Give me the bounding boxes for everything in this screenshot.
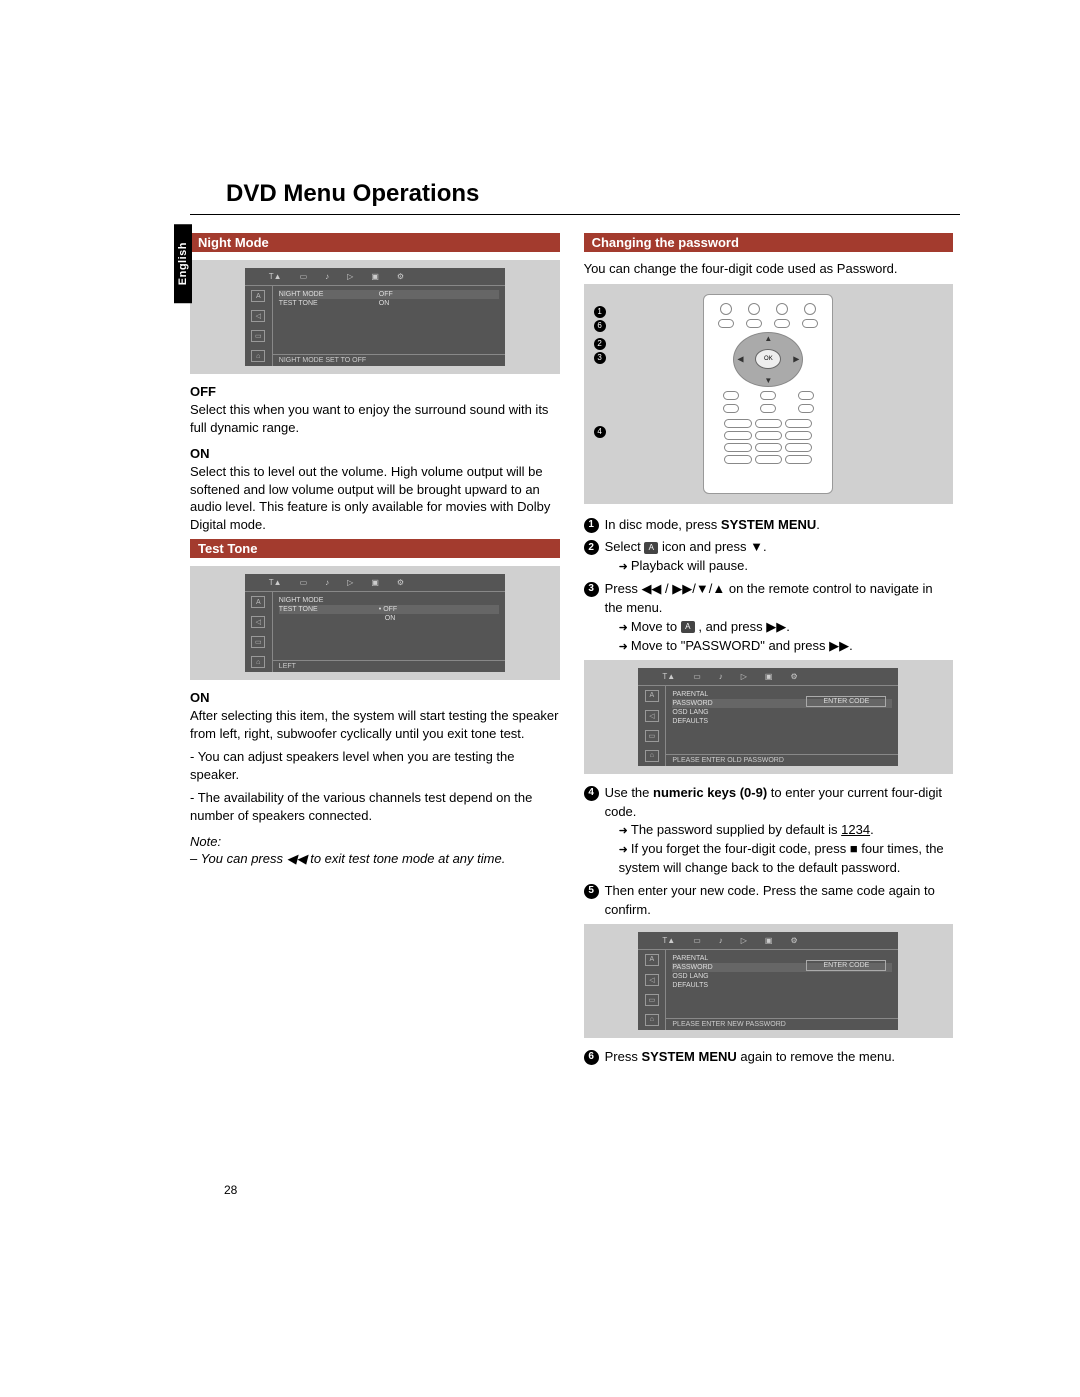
remote-numpad [712, 419, 824, 464]
osd-night-mode: T▲▭♪▷▣⚙ A ◁ ▭ ⌂ NIGHT MODE OFF TEST TONE O… [190, 260, 560, 374]
enter-code-box: ENTER CODE [806, 696, 886, 707]
osd-row-label: TEST TONE [279, 606, 349, 613]
note: Note: – You can press ◀◀ to exit test to… [190, 833, 560, 868]
osd-row-label: NIGHT MODE [279, 597, 349, 604]
osd-row-value: ON [379, 300, 390, 307]
osd-row-label: TEST TONE [279, 300, 349, 307]
osd-row-value: ON [385, 615, 396, 622]
on2-heading: ON [190, 690, 560, 705]
callout-1: 1 [594, 306, 606, 318]
osd-sidebar: A ◁ ▭ ⌂ [245, 592, 273, 672]
step-5: 5 [584, 884, 599, 899]
step-6: 6 [584, 1050, 599, 1065]
osd-top-icons: T▲▭♪▷▣⚙ [245, 574, 505, 592]
step-1: 1 [584, 518, 599, 533]
remote-figure: 1 6 2 3 4 OK ▲ ▼ [584, 284, 954, 504]
on2-p1: After selecting this item, the system wi… [190, 707, 560, 742]
osd-item: DEFAULTS [672, 982, 708, 989]
step-2: 2 [584, 540, 599, 555]
osd-item: PASSWORD [672, 964, 712, 971]
on-text: Select this to level out the volume. Hig… [190, 463, 560, 533]
osd-test-tone: T▲▭♪▷▣⚙ A ◁ ▭ ⌂ NIGHT MODE TEST TONE• OF… [190, 566, 560, 680]
osd-status: PLEASE ENTER OLD PASSWORD [666, 754, 898, 766]
speaker-icon: A [681, 621, 695, 633]
osd-status: PLEASE ENTER NEW PASSWORD [666, 1018, 898, 1030]
section-password: Changing the password [584, 233, 954, 252]
callout-6: 6 [594, 320, 606, 332]
osd-item: OSD LANG [672, 709, 708, 716]
off-heading: OFF [190, 384, 560, 399]
step-3: 3 [584, 582, 599, 597]
on2-p2: - You can adjust speakers level when you… [190, 748, 560, 783]
left-column: Night Mode T▲▭♪▷▣⚙ A ◁ ▭ ⌂ NI [190, 233, 560, 1071]
enter-code-box: ENTER CODE [806, 960, 886, 971]
osd-item: PARENTAL [672, 691, 708, 698]
remote-button [720, 303, 732, 315]
language-tab: English [174, 224, 192, 303]
callout-2: 2 [594, 338, 606, 350]
osd-item: PASSWORD [672, 700, 712, 707]
step-4: 4 [584, 786, 599, 801]
on2-p3: - The availability of the various channe… [190, 789, 560, 824]
osd-status: NIGHT MODE SET TO OFF [273, 354, 505, 366]
speaker-icon: A [251, 596, 265, 608]
home-icon: ⌂ [251, 656, 265, 668]
remote-dpad: OK ▲ ▼ ◀ ▶ [733, 332, 803, 387]
page-number: 28 [224, 1183, 237, 1197]
osd-row-label: NIGHT MODE [279, 291, 349, 298]
remote-button [718, 319, 734, 328]
home-icon: ⌂ [251, 350, 265, 362]
subtitle-icon: ▭ [251, 636, 265, 648]
section-night-mode: Night Mode [190, 233, 560, 252]
password-steps: 1 In disc mode, press SYSTEM MENU. 2 Sel… [584, 516, 954, 656]
speaker-icon: A [251, 290, 265, 302]
page-title: DVD Menu Operations [190, 180, 960, 208]
speaker-icon: A [644, 542, 658, 554]
osd-item: PARENTAL [672, 955, 708, 962]
osd-status: LEFT [273, 660, 505, 672]
osd-sidebar: A ◁ ▭ ⌂ [245, 286, 273, 366]
osd-item: DEFAULTS [672, 718, 708, 725]
right-column: Changing the password You can change the… [584, 233, 954, 1071]
osd-password-old: T▲▭♪▷▣⚙ A◁▭⌂ PARENTAL PASSWORD OSD LANG … [584, 660, 954, 774]
title-rule [190, 214, 960, 215]
subtitle-icon: ▭ [251, 330, 265, 342]
mute-icon: ◁ [251, 616, 265, 628]
callout-3: 3 [594, 352, 606, 364]
off-text: Select this when you want to enjoy the s… [190, 401, 560, 436]
osd-top-icons: T▲▭♪▷▣⚙ [245, 268, 505, 286]
on-heading: ON [190, 446, 560, 461]
osd-item: OSD LANG [672, 973, 708, 980]
mute-icon: ◁ [251, 310, 265, 322]
osd-password-new: T▲▭♪▷▣⚙ A◁▭⌂ PARENTAL PASSWORD OSD LANG … [584, 924, 954, 1038]
section-test-tone: Test Tone [190, 539, 560, 558]
ok-button: OK [755, 349, 781, 369]
callout-4: 4 [594, 426, 606, 438]
osd-row-value: OFF [379, 291, 393, 298]
password-intro: You can change the four-digit code used … [584, 260, 954, 278]
